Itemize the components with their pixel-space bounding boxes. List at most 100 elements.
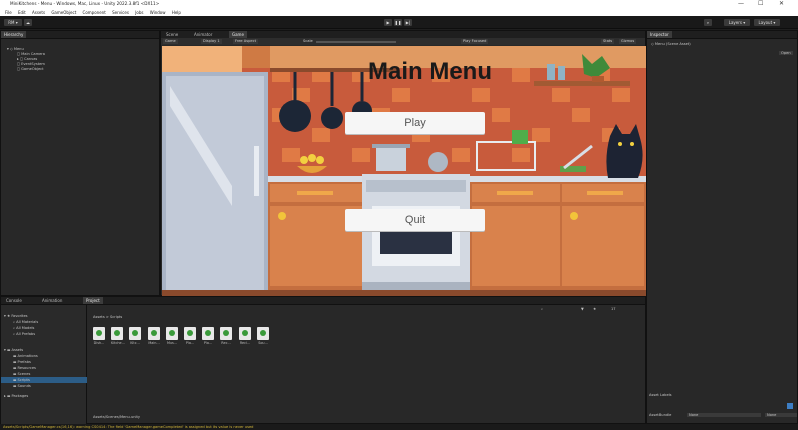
tree-label: Prefabs <box>17 360 31 364</box>
tree-scenes[interactable]: ▬ Scenes <box>13 372 30 376</box>
hierarchy-item-label: EventSystem <box>21 62 45 66</box>
menu-gameobject[interactable]: GameObject <box>51 9 76 16</box>
tree-label: Scripts <box>17 378 30 382</box>
pause-button[interactable]: ❚❚ <box>394 19 402 26</box>
asset-name: Sou... <box>258 341 268 345</box>
menu-component[interactable]: Component <box>83 9 106 16</box>
asset-bundle-dropdown[interactable]: None <box>687 413 761 417</box>
quit-menu-button[interactable]: Quit <box>345 209 485 231</box>
tree-all-prefabs[interactable]: ⌕ All Prefabs <box>13 332 35 336</box>
search-icon[interactable]: ⌕ <box>541 307 543 311</box>
tree-label: All Models <box>16 326 35 330</box>
project-path: Assets/Scenes/Menu.unity <box>93 415 141 419</box>
game-mode-dropdown[interactable]: Game <box>163 39 178 44</box>
script-icon <box>184 327 196 340</box>
maximize-button[interactable]: ☐ <box>758 0 763 7</box>
tree-scripts[interactable]: ▬ Scripts <box>13 378 30 382</box>
display-dropdown[interactable]: Display 1 <box>201 39 222 44</box>
menu-window[interactable]: Window <box>150 9 166 16</box>
layout-dropdown[interactable]: Layout ▾ <box>754 19 780 26</box>
hierarchy-item-main-camera[interactable]: ◻ Main Camera <box>17 52 45 56</box>
inspector-object-label: Menu (Scene Asset) <box>654 42 691 46</box>
tab-hierarchy[interactable]: Hierarchy <box>1 31 27 38</box>
hierarchy-item-label: Canvas <box>24 57 38 61</box>
play-focused-dropdown[interactable]: Play Focused <box>461 39 489 44</box>
tree-favorites[interactable]: ▾ ★ Favorites <box>4 314 28 318</box>
tree-all-materials[interactable]: ⌕ All Materials <box>13 320 38 324</box>
menu-assets[interactable]: Assets <box>32 9 45 16</box>
script-asset[interactable]: Kitche... <box>111 327 125 345</box>
account-dropdown[interactable]: RM ▾ <box>4 19 22 26</box>
main-toolbar: RM ▾ ☁ ▶ ❚❚ ▶| ⌕ Layers ▾ Layout ▾ <box>0 16 798 29</box>
gizmos-button[interactable]: Gizmos <box>619 39 637 44</box>
script-asset[interactable]: Rec... <box>220 327 232 345</box>
tree-all-models[interactable]: ⌕ All Models <box>13 326 34 330</box>
asset-label-icon[interactable] <box>787 403 793 409</box>
minimize-button[interactable]: — <box>738 0 744 7</box>
close-button[interactable]: ✕ <box>779 0 784 7</box>
tree-label: Scenes <box>17 372 31 376</box>
script-asset[interactable]: Reci... <box>239 327 251 345</box>
menu-jobs[interactable]: Jobs <box>135 9 143 16</box>
tab-scene[interactable]: Scene <box>163 31 181 38</box>
tree-label: Favorites <box>11 314 28 318</box>
play-button[interactable]: ▶ <box>384 19 392 26</box>
cloud-icon[interactable]: ☁ <box>24 19 32 26</box>
open-button[interactable]: Open <box>779 51 793 55</box>
tab-animation[interactable]: Animation <box>39 297 65 304</box>
tree-animations[interactable]: ▬ Animations <box>13 354 38 358</box>
scale-slider[interactable] <box>316 41 396 43</box>
script-asset[interactable]: Dish... <box>93 327 105 345</box>
script-asset[interactable]: Main... <box>148 327 160 345</box>
layers-dropdown[interactable]: Layers ▾ <box>724 19 750 26</box>
asset-name: Kitc... <box>130 341 140 345</box>
hierarchy-item-eventsystem[interactable]: ◻ EventSystem <box>17 62 45 66</box>
play-menu-button[interactable]: Play <box>345 112 485 134</box>
hierarchy-item-label: GameObject <box>21 67 44 71</box>
tab-animator[interactable]: Animator <box>191 31 215 38</box>
asset-variant-dropdown[interactable]: None <box>765 413 797 417</box>
search-icon[interactable]: ⌕ <box>704 19 712 26</box>
tree-assets[interactable]: ▾ ▬ Assets <box>4 348 23 352</box>
tree-packages[interactable]: ▸ ▬ Packages <box>4 394 28 398</box>
tab-project[interactable]: Project <box>83 297 103 304</box>
console-warning-message[interactable]: Assets/Scripts/GameManager.cs(16,16): wa… <box>3 424 253 430</box>
tab-game[interactable]: Game <box>229 31 247 38</box>
hierarchy-item-menu[interactable]: ▾ ◇ Menu <box>7 47 24 51</box>
script-asset[interactable]: Kitc... <box>129 327 141 345</box>
tab-inspector[interactable]: Inspector <box>647 31 672 38</box>
hierarchy-item-gameobject[interactable]: ◻ GameObject <box>17 67 44 71</box>
tree-resources[interactable]: ▬ Resources <box>13 366 36 370</box>
asset-name: Pla... <box>185 341 195 345</box>
script-icon <box>129 327 141 340</box>
script-icon <box>148 327 160 340</box>
tab-console[interactable]: Console <box>3 297 25 304</box>
tree-sounds[interactable]: ▬ Sounds <box>13 384 31 388</box>
menu-help[interactable]: Help <box>172 9 181 16</box>
menu-bar: File Edit Assets GameObject Component Se… <box>0 9 798 16</box>
project-search-bar: ⌕ ▼ ★ 17 <box>541 307 641 313</box>
filter-icon[interactable]: ▼ <box>581 307 584 311</box>
script-asset[interactable]: Pla... <box>202 327 214 345</box>
menu-edit[interactable]: Edit <box>18 9 26 16</box>
script-asset[interactable]: Pla... <box>184 327 196 345</box>
menu-file[interactable]: File <box>5 9 12 16</box>
tree-prefabs[interactable]: ▬ Prefabs <box>13 360 31 364</box>
tree-label: Packages <box>11 394 29 398</box>
aspect-dropdown[interactable]: Free Aspect <box>233 39 258 44</box>
asset-name: Dish... <box>93 341 105 345</box>
script-icon <box>257 327 269 340</box>
project-panel: Console Animation Project ▾ ★ Favorites … <box>0 296 646 425</box>
asset-name: Pla... <box>203 341 213 345</box>
script-asset[interactable]: Sou... <box>257 327 269 345</box>
menu-services[interactable]: Services <box>112 9 129 16</box>
hierarchy-item-canvas[interactable]: ▸ ◻ Canvas <box>17 57 37 61</box>
script-asset[interactable]: Mus... <box>166 327 178 345</box>
status-bar: Assets/Scripts/GameManager.cs(16,16): wa… <box>0 424 798 430</box>
step-button[interactable]: ▶| <box>404 19 412 26</box>
asset-count: 17 <box>611 307 616 311</box>
project-breadcrumb[interactable]: Assets > Scripts <box>93 315 122 319</box>
stats-button[interactable]: Stats <box>601 39 615 44</box>
star-icon[interactable]: ★ <box>593 307 596 311</box>
tree-label: All Materials <box>16 320 39 324</box>
